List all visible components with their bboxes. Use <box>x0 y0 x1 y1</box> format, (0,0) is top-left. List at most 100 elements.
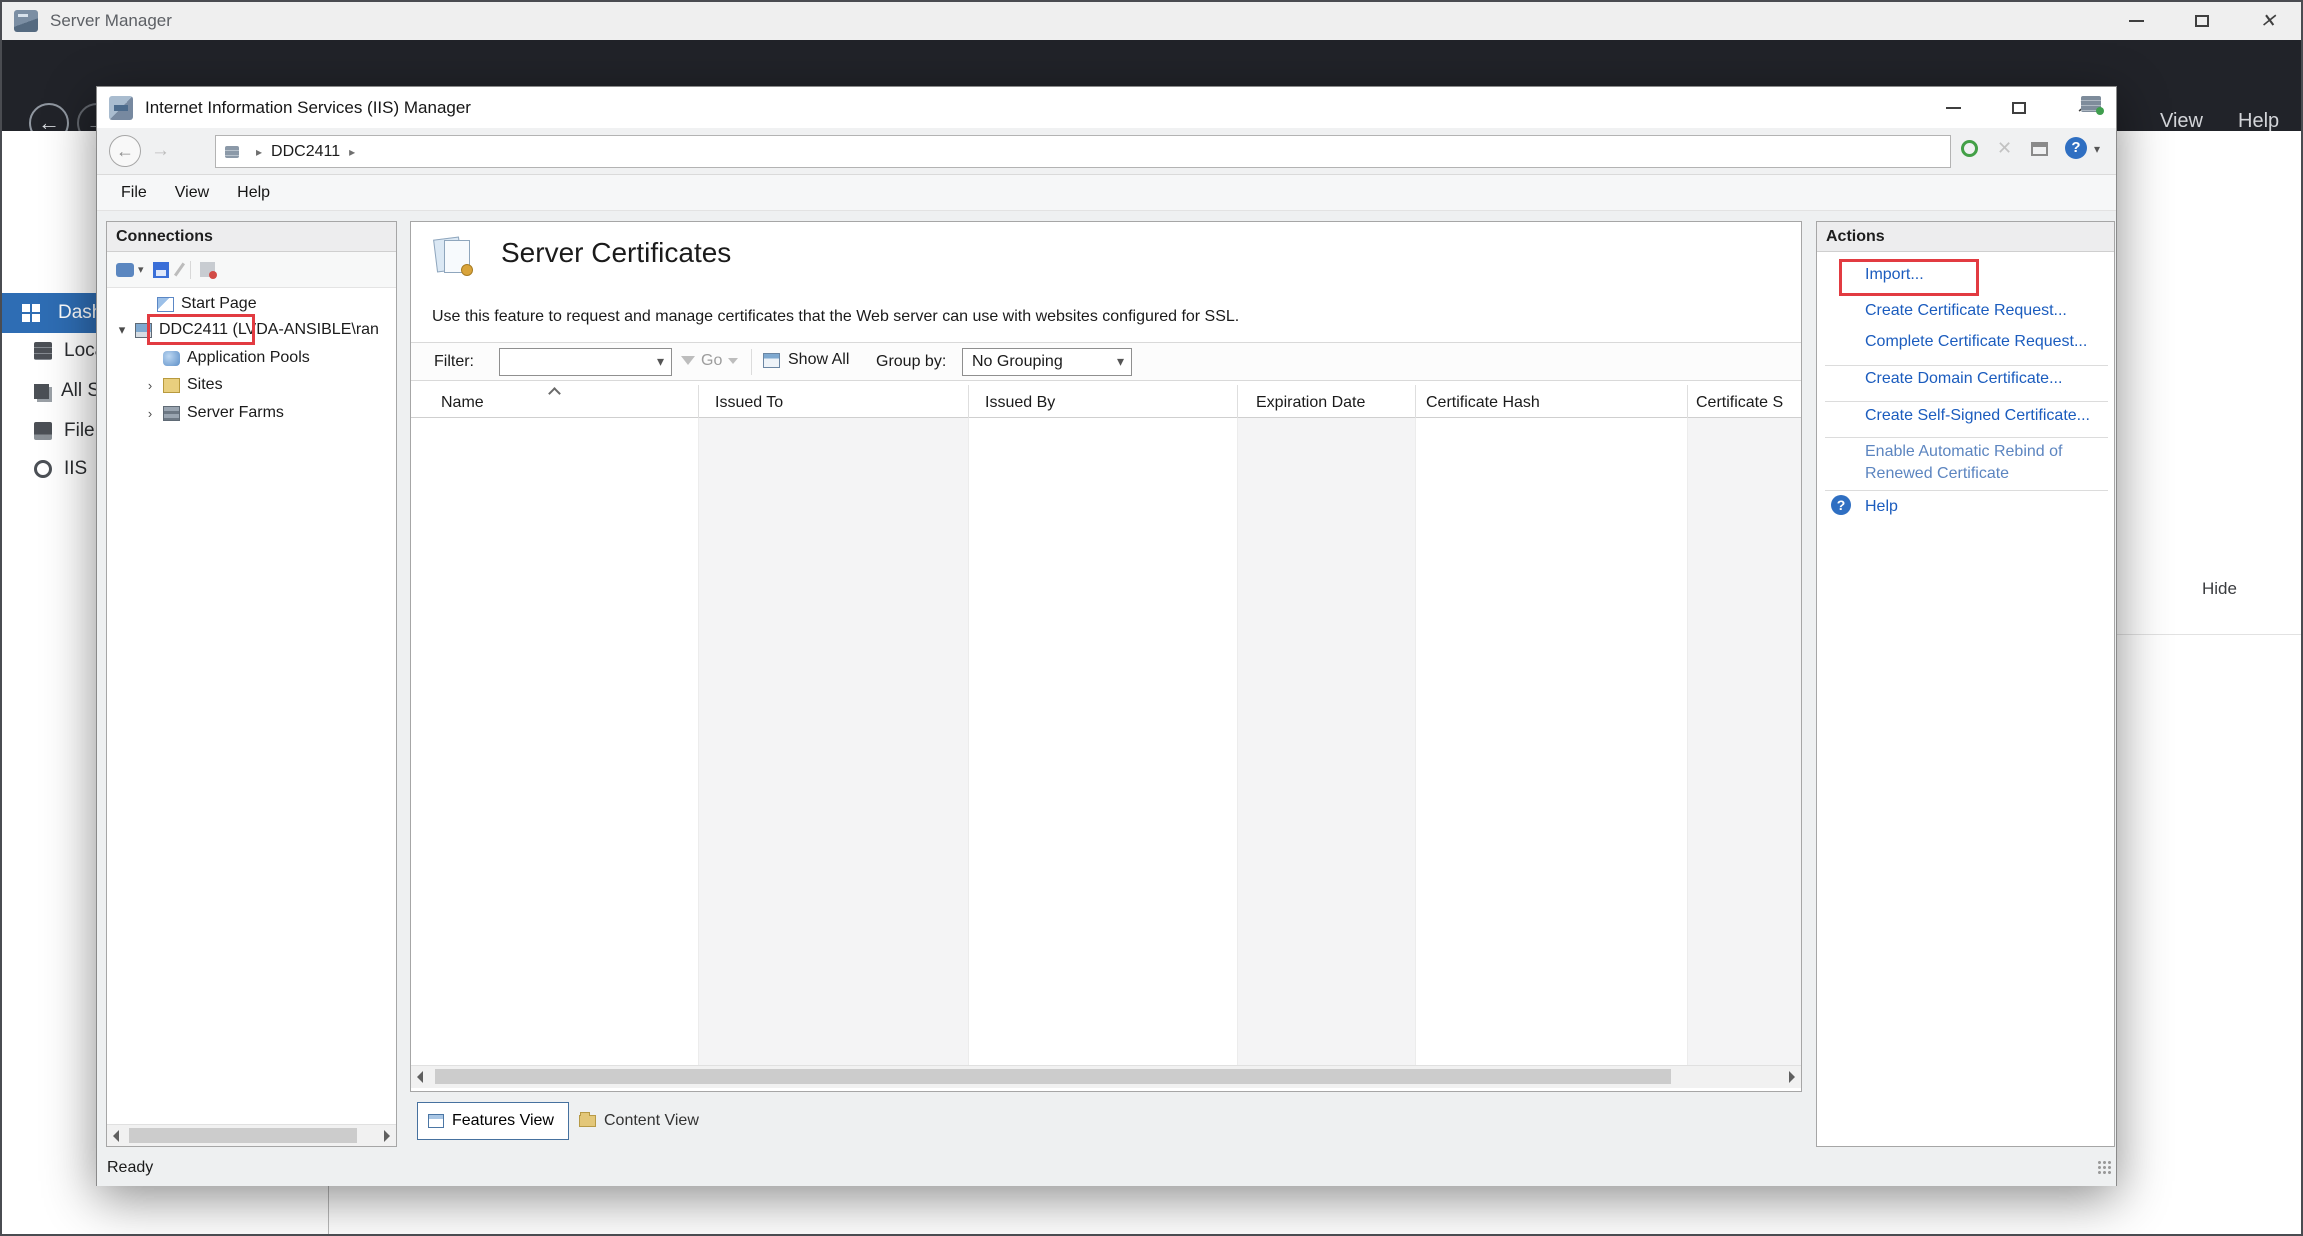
menu-file[interactable]: File <box>107 184 161 202</box>
browse-icon[interactable] <box>2031 142 2048 156</box>
action-complete-certificate-request[interactable]: Complete Certificate Request... <box>1865 333 2087 351</box>
start-page-icon <box>157 297 174 312</box>
sidebar-item-label: IIS <box>64 458 87 480</box>
chevron-down-icon[interactable]: ▾ <box>2094 142 2100 156</box>
actions-separator <box>1825 437 2108 438</box>
iis-titlebar[interactable]: Internet Information Services (IIS) Mana… <box>97 87 2116 128</box>
help-circle-icon[interactable]: ? <box>1831 495 1851 515</box>
servers-icon <box>34 384 49 399</box>
menu-help[interactable]: Help <box>223 184 284 202</box>
sm-menu-help[interactable]: Help <box>2238 110 2279 133</box>
resize-grip[interactable] <box>2097 1160 2113 1176</box>
minimize-icon <box>2129 20 2144 22</box>
column-header-hash[interactable]: Certificate Hash <box>1416 385 1688 418</box>
expand-collapse-icon[interactable]: ▾ <box>115 322 129 338</box>
filter-toolbar: Filter: Go Show All Group by: No Groupin… <box>411 342 1801 381</box>
scroll-right-icon[interactable] <box>1789 1071 1795 1083</box>
save-connections-icon[interactable] <box>153 262 169 278</box>
action-create-self-signed-certificate[interactable]: Create Self-Signed Certificate... <box>1865 407 2090 425</box>
server-farms-icon <box>163 406 180 421</box>
annotation-import-highlight <box>1839 259 1979 296</box>
stop-icon[interactable]: ✕ <box>1997 138 2012 159</box>
action-help[interactable]: Help <box>1865 498 1898 516</box>
iis-minimize-button[interactable] <box>1921 87 1986 128</box>
refresh-icon[interactable] <box>1961 140 1978 157</box>
group-by-value: No Grouping <box>972 353 1063 370</box>
scrollbar-thumb[interactable] <box>129 1128 357 1143</box>
list-column-stripe <box>969 418 1238 1065</box>
filter-label: Filter: <box>434 353 474 371</box>
tree-item-label: Sites <box>187 376 223 394</box>
connections-toolbar: ▾ <box>107 252 396 288</box>
list-column-stripe <box>1416 418 1688 1065</box>
screen: Server Manager ✕ ← → Server Manager ▸ Da… <box>0 0 2303 1236</box>
column-header-store[interactable]: Certificate S <box>1688 385 1801 418</box>
actions-panel: Actions Import... Create Certificate Req… <box>1816 221 2115 1147</box>
action-create-domain-certificate[interactable]: Create Domain Certificate... <box>1865 370 2062 388</box>
sidebar-divider-line <box>328 1186 329 1236</box>
tree-item-label: Server Farms <box>187 404 284 422</box>
tree-item-application-pools[interactable]: Application Pools <box>107 344 396 372</box>
content-view-folder-icon <box>579 1115 596 1127</box>
create-connection-icon[interactable] <box>116 263 134 277</box>
tree-item-sites[interactable]: › Sites <box>107 371 396 399</box>
connections-hscrollbar[interactable] <box>107 1124 396 1146</box>
action-enable-automatic-rebind[interactable]: Enable Automatic Rebind of Renewed Certi… <box>1865 441 2103 485</box>
annotation-server-node-highlight <box>147 314 255 345</box>
feature-hscrollbar[interactable] <box>411 1065 1801 1088</box>
expand-icon[interactable]: › <box>143 406 157 421</box>
column-header-expiration[interactable]: Expiration Date <box>1238 385 1416 418</box>
group-by-dropdown[interactable]: No Grouping <box>962 348 1132 376</box>
iis-back-button[interactable]: ← <box>109 135 141 167</box>
action-create-certificate-request[interactable]: Create Certificate Request... <box>1865 302 2067 320</box>
scrollbar-thumb[interactable] <box>435 1069 1671 1084</box>
sm-window-controls: ✕ <box>2103 2 2301 40</box>
sm-minimize-button[interactable] <box>2103 2 2169 40</box>
tab-features-view[interactable]: Features View <box>417 1102 569 1140</box>
iis-manager-window: Internet Information Services (IIS) Mana… <box>96 86 2117 1186</box>
chevron-down-icon <box>728 358 738 369</box>
tree-item-server-farms[interactable]: › Server Farms <box>107 399 396 427</box>
rename-icon[interactable] <box>174 262 185 276</box>
toolbar-separator <box>751 349 752 375</box>
sm-maximize-button[interactable] <box>2169 2 2235 40</box>
go-button[interactable]: Go <box>681 350 738 372</box>
breadcrumb[interactable]: ▸ DDC2411 ▸ <box>215 135 1951 168</box>
sm-menu-view[interactable]: View <box>2160 110 2203 133</box>
breadcrumb-server[interactable]: DDC2411 <box>271 143 340 161</box>
panel-divider <box>2117 634 2303 635</box>
iis-window-title: Internet Information Services (IIS) Mana… <box>145 98 471 118</box>
hide-button[interactable]: Hide <box>2202 579 2237 599</box>
server-manager-app-icon <box>14 10 38 32</box>
chevron-down-icon[interactable]: ▾ <box>138 263 144 276</box>
sm-close-button[interactable]: ✕ <box>2235 2 2301 40</box>
column-header-issued-by[interactable]: Issued By <box>969 385 1238 418</box>
connections-header: Connections <box>107 222 396 252</box>
help-circle-icon[interactable]: ? <box>2065 137 2087 159</box>
expand-icon[interactable]: › <box>143 378 157 393</box>
scroll-left-icon[interactable] <box>417 1071 423 1083</box>
filter-input[interactable] <box>499 348 672 376</box>
menu-view[interactable]: View <box>161 184 223 202</box>
iis-menubar: File View Help <box>97 175 2116 211</box>
remove-connection-icon[interactable] <box>200 262 215 277</box>
column-header-name[interactable]: Name <box>411 385 699 418</box>
server-small-icon <box>225 146 239 158</box>
group-by-label: Group by: <box>876 353 946 371</box>
iis-maximize-button[interactable] <box>1986 87 2051 128</box>
list-column-headers: Name Issued To Issued By Expiration Date… <box>411 385 1801 418</box>
show-all-button[interactable]: Show All <box>763 351 849 369</box>
column-header-issued-to[interactable]: Issued To <box>699 385 969 418</box>
tab-content-view[interactable]: Content View <box>579 1102 699 1140</box>
application-pools-icon <box>163 351 180 366</box>
scroll-left-icon[interactable] <box>113 1130 119 1142</box>
iis-forward-button[interactable]: → <box>151 140 170 162</box>
maximize-icon <box>2012 102 2026 114</box>
dashboard-grid-icon <box>22 304 40 322</box>
scroll-right-icon[interactable] <box>384 1130 390 1142</box>
status-server-icon <box>2081 96 2101 112</box>
tree-item-label: Start Page <box>181 295 257 313</box>
tab-label: Content View <box>604 1112 699 1130</box>
toolbar-separator <box>190 261 191 279</box>
sm-details-panel: Hide <box>2117 131 2303 1235</box>
